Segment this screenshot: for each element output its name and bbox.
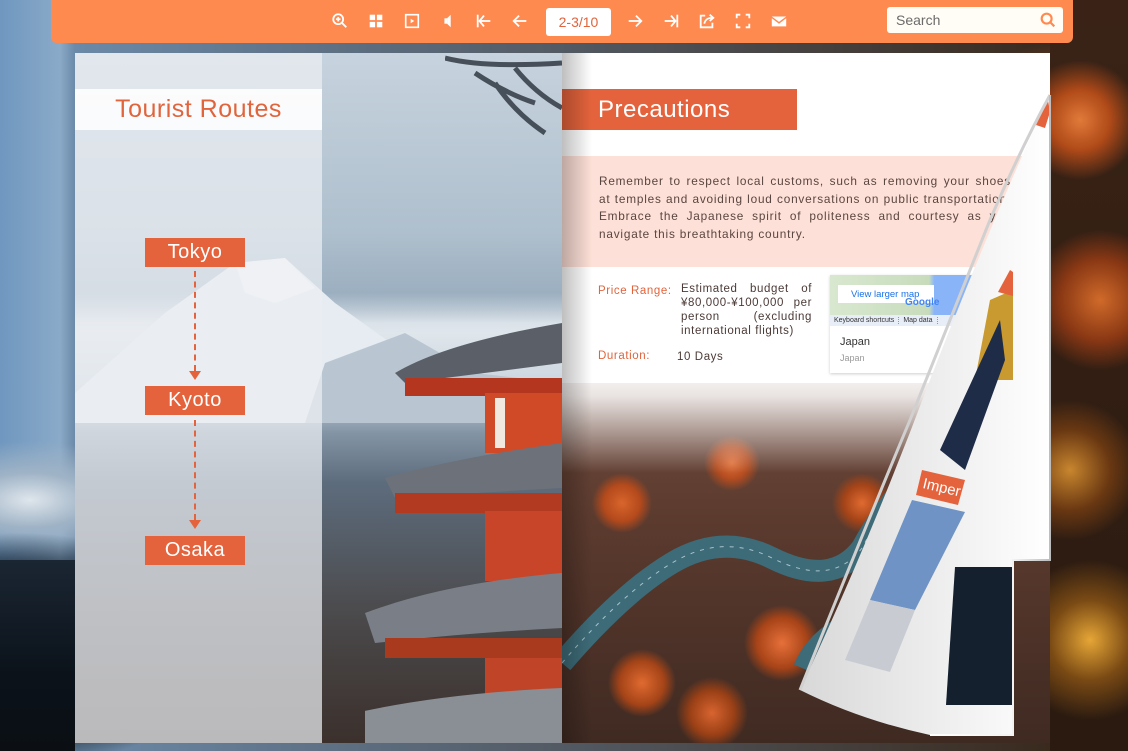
- page-2[interactable]: Tourist Routes Tokyo Kyoto Osaka: [75, 53, 562, 743]
- price-range-label: Price Range:: [598, 285, 672, 297]
- google-logo: Google: [905, 297, 940, 308]
- map-embed[interactable]: View larger map Google Keyboard shortcut…: [830, 275, 1010, 373]
- map-data-link[interactable]: Map data: [899, 317, 938, 324]
- last-page-button[interactable]: [660, 10, 682, 32]
- route-arrowhead-icon: [189, 371, 201, 380]
- flipbook-toolbar: [51, 0, 1073, 43]
- share-button[interactable]: [696, 10, 718, 32]
- gutter-shadow: [562, 53, 592, 743]
- flipbook: Tourist Routes Tokyo Kyoto Osaka Precaut…: [75, 53, 1050, 743]
- share-icon: [699, 14, 715, 29]
- search-icon[interactable]: [1039, 11, 1057, 29]
- city-night-photo: [942, 565, 1012, 705]
- pine-branch: [445, 55, 562, 136]
- route-arrowhead-icon: [189, 520, 201, 529]
- lower-info-text: Japan. as the symbol: [970, 460, 1012, 508]
- route-stop-kyoto: Kyoto: [145, 386, 245, 415]
- map-place-name: Japan: [840, 336, 870, 348]
- previous-page-button[interactable]: [509, 10, 531, 32]
- route-arrow-line: [194, 420, 198, 520]
- speaker-icon: [444, 14, 451, 28]
- page-3[interactable]: Precautions Remember to respect local cu…: [562, 53, 1050, 743]
- arrow-right-icon: [628, 14, 643, 28]
- map-footer: Keyboard shortcuts Map data: [830, 315, 1010, 326]
- tourist-routes-heading: Tourist Routes: [75, 89, 322, 130]
- price-range-value: Estimated budget of ¥80,000-¥100,000 per…: [681, 283, 812, 337]
- trip-details: Price Range: Estimated budget of ¥80,000…: [562, 267, 1050, 377]
- sound-button[interactable]: [437, 10, 459, 32]
- thumbnails-button[interactable]: [365, 10, 387, 32]
- duration-value: 10 Days: [677, 351, 724, 363]
- background-photo-left: [0, 560, 75, 751]
- fullscreen-button[interactable]: [732, 10, 754, 32]
- tourist-routes-title: Tourist Routes: [115, 95, 282, 123]
- zoom-in-button[interactable]: [329, 10, 351, 32]
- fullscreen-icon: [735, 13, 751, 29]
- arrow-left-icon: [512, 14, 527, 28]
- duration-label: Duration:: [598, 350, 651, 362]
- email-button[interactable]: [768, 10, 790, 32]
- last-page-icon: [664, 14, 679, 28]
- search-field: [887, 7, 1063, 33]
- autoplay-button[interactable]: [401, 10, 423, 32]
- pagoda-shape: [365, 323, 562, 743]
- grid-icon: [369, 14, 383, 28]
- precautions-text: Remember to respect local customs, such …: [599, 174, 1011, 241]
- zoom-in-icon: [332, 13, 347, 28]
- first-page-button[interactable]: [473, 10, 495, 32]
- first-page-icon: [476, 14, 491, 28]
- play-icon: [404, 13, 420, 29]
- map-place-address: Japan: [840, 353, 865, 363]
- background-photo-right: [1050, 0, 1128, 751]
- keyboard-shortcuts-link[interactable]: Keyboard shortcuts: [830, 317, 900, 324]
- route-arrow-line: [194, 271, 198, 371]
- route-stop-tokyo: Tokyo: [145, 238, 245, 267]
- mail-icon: [771, 16, 787, 27]
- page-number-input[interactable]: [546, 8, 611, 36]
- precautions-title: Precautions: [598, 95, 731, 123]
- search-input[interactable]: [894, 11, 1038, 29]
- route-stop-osaka: Osaka: [145, 536, 245, 565]
- next-page-button[interactable]: [624, 10, 646, 32]
- precautions-heading: Precautions: [562, 89, 797, 130]
